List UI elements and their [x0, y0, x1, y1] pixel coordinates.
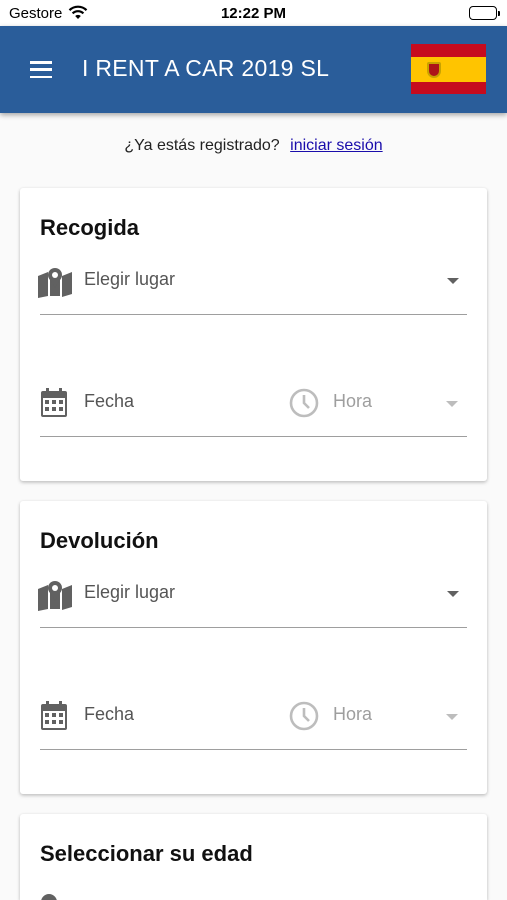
map-icon — [37, 579, 73, 616]
clock-icon — [289, 701, 319, 736]
chevron-down-icon — [446, 714, 458, 720]
pickup-card: Recogida Elegir lugar Fecha Hora — [20, 188, 487, 481]
calendar-icon — [40, 388, 68, 423]
calendar-icon — [40, 701, 68, 736]
app-title: I RENT A CAR 2019 SL — [82, 55, 330, 81]
return-card: Devolución Elegir lugar Fecha Hora — [20, 501, 487, 794]
status-bar: Gestore 12:22 PM — [0, 0, 507, 26]
pickup-place-select[interactable]: Elegir lugar — [37, 258, 467, 315]
chevron-down-icon — [447, 591, 459, 597]
return-title: Devolución — [40, 528, 159, 553]
return-date-field[interactable]: Fecha — [40, 696, 282, 750]
login-link[interactable]: iniciar sesión — [290, 137, 382, 154]
clock-label: 12:22 PM — [220, 5, 287, 22]
return-place-select[interactable]: Elegir lugar — [37, 571, 467, 628]
spain-flag-icon[interactable] — [411, 44, 486, 94]
pickup-date-label: Fecha — [84, 391, 135, 411]
chevron-down-icon — [446, 401, 458, 407]
pickup-date-field[interactable]: Fecha — [40, 383, 282, 437]
return-date-label: Fecha — [84, 704, 135, 724]
chevron-down-icon — [447, 278, 459, 284]
login-question: ¿Ya estás registrado? — [124, 137, 280, 154]
map-icon — [37, 266, 73, 303]
return-time-select[interactable]: Hora — [282, 696, 467, 750]
login-prompt: ¿Ya estás registrado? iniciar sesión — [0, 137, 507, 155]
clock-icon — [289, 388, 319, 423]
person-icon — [40, 890, 58, 900]
pickup-time-label: Hora — [333, 391, 373, 411]
battery-icon — [469, 6, 500, 20]
return-time-label: Hora — [333, 704, 373, 724]
age-card: Seleccionar su edad — [20, 814, 487, 900]
age-title: Seleccionar su edad — [40, 841, 253, 866]
return-place-label: Elegir lugar — [84, 582, 176, 602]
pickup-time-select[interactable]: Hora — [282, 383, 467, 437]
menu-icon[interactable] — [30, 61, 52, 79]
pickup-place-label: Elegir lugar — [84, 269, 176, 289]
pickup-title: Recogida — [40, 215, 140, 240]
app-bar: I RENT A CAR 2019 SL — [0, 26, 507, 113]
